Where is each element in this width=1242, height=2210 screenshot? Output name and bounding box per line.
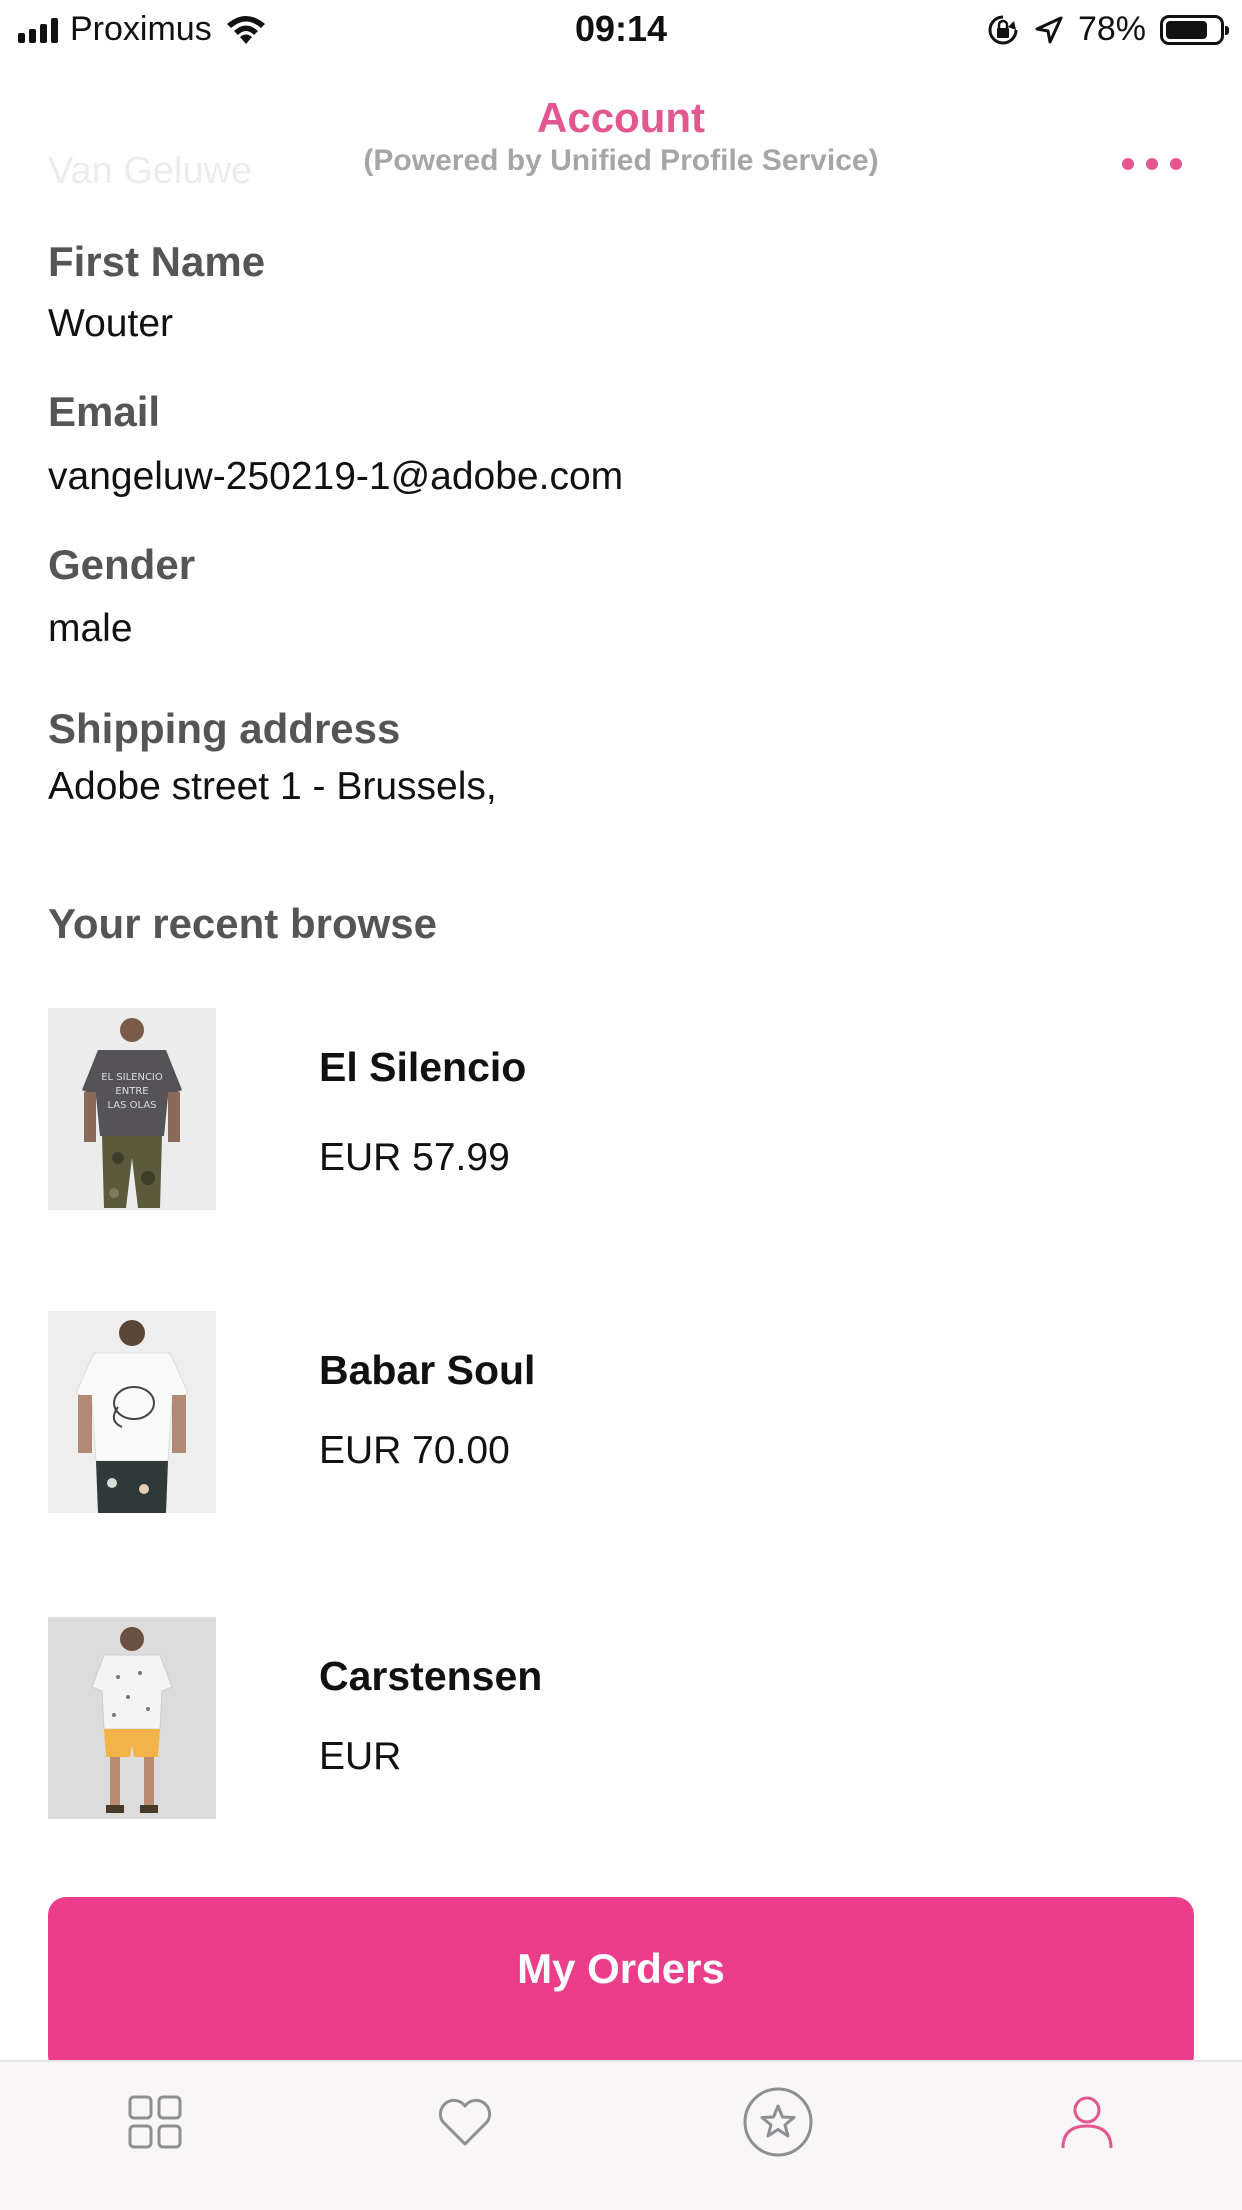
first-name-value: Wouter xyxy=(48,302,173,345)
page-subtitle: (Powered by Unified Profile Service) xyxy=(363,144,879,177)
product-name: El Silencio xyxy=(319,1044,527,1090)
svg-text:LAS OLAS: LAS OLAS xyxy=(107,1100,156,1111)
svg-text:ENTRE: ENTRE xyxy=(115,1086,148,1097)
heart-icon xyxy=(438,2098,492,2146)
grid-icon xyxy=(128,2095,182,2149)
shipping-address-label: Shipping address xyxy=(48,705,401,752)
more-options-button[interactable] xyxy=(1122,144,1182,184)
recent-product-item[interactable]: EL SILENCIO ENTRE LAS OLAS El Silencio E… xyxy=(48,1008,1198,1210)
email-label: Email xyxy=(48,388,161,435)
battery-icon xyxy=(1160,14,1229,45)
tab-bar xyxy=(0,2060,1242,2210)
shipping-address-value: Adobe street 1 - Brussels, xyxy=(48,765,497,808)
tab-account[interactable] xyxy=(1007,2062,1167,2182)
product-price: EUR xyxy=(319,1735,402,1778)
gender-value: male xyxy=(48,607,133,650)
email-value: vangeluw-250219-1@adobe.com xyxy=(48,455,624,498)
tab-featured[interactable] xyxy=(698,2062,858,2182)
more-dot xyxy=(1146,158,1158,170)
product-name: Babar Soul xyxy=(319,1347,536,1393)
more-dot xyxy=(1170,158,1182,170)
status-bar: Proximus 09:14 78% xyxy=(0,0,1242,62)
nav-header: Account (Powered by Unified Profile Serv… xyxy=(0,62,1242,184)
first-name-label: First Name xyxy=(48,238,266,285)
product-price: EUR 57.99 xyxy=(319,1136,510,1179)
account-content[interactable]: Van Geluwe First Name Wouter Email vange… xyxy=(0,0,1242,2060)
tab-favorites[interactable] xyxy=(385,2062,545,2182)
product-price: EUR 70.00 xyxy=(319,1429,510,1472)
orientation-lock-icon xyxy=(988,15,1018,44)
product-name: Carstensen xyxy=(319,1653,543,1699)
my-orders-label: My Orders xyxy=(517,1945,725,1992)
product-image xyxy=(48,1617,216,1819)
product-image xyxy=(48,1311,216,1513)
tab-catalog[interactable] xyxy=(75,2062,235,2182)
battery-percent: 78% xyxy=(1077,10,1146,48)
gender-label: Gender xyxy=(48,541,196,588)
my-orders-button[interactable]: My Orders xyxy=(48,1897,1194,2060)
svg-text:EL SILENCIO: EL SILENCIO xyxy=(101,1072,163,1083)
page-title: Account xyxy=(537,94,705,141)
more-dots-icon xyxy=(1122,158,1134,170)
recent-browse-title: Your recent browse xyxy=(48,900,437,947)
product-image: EL SILENCIO ENTRE LAS OLAS xyxy=(48,1008,216,1210)
recent-product-item[interactable]: Carstensen EUR xyxy=(48,1617,1198,1819)
user-icon xyxy=(1061,2096,1113,2149)
location-arrow-icon xyxy=(1035,16,1063,43)
recent-product-item[interactable]: Babar Soul EUR 70.00 xyxy=(48,1311,1198,1513)
star-circle-icon xyxy=(743,2087,813,2157)
